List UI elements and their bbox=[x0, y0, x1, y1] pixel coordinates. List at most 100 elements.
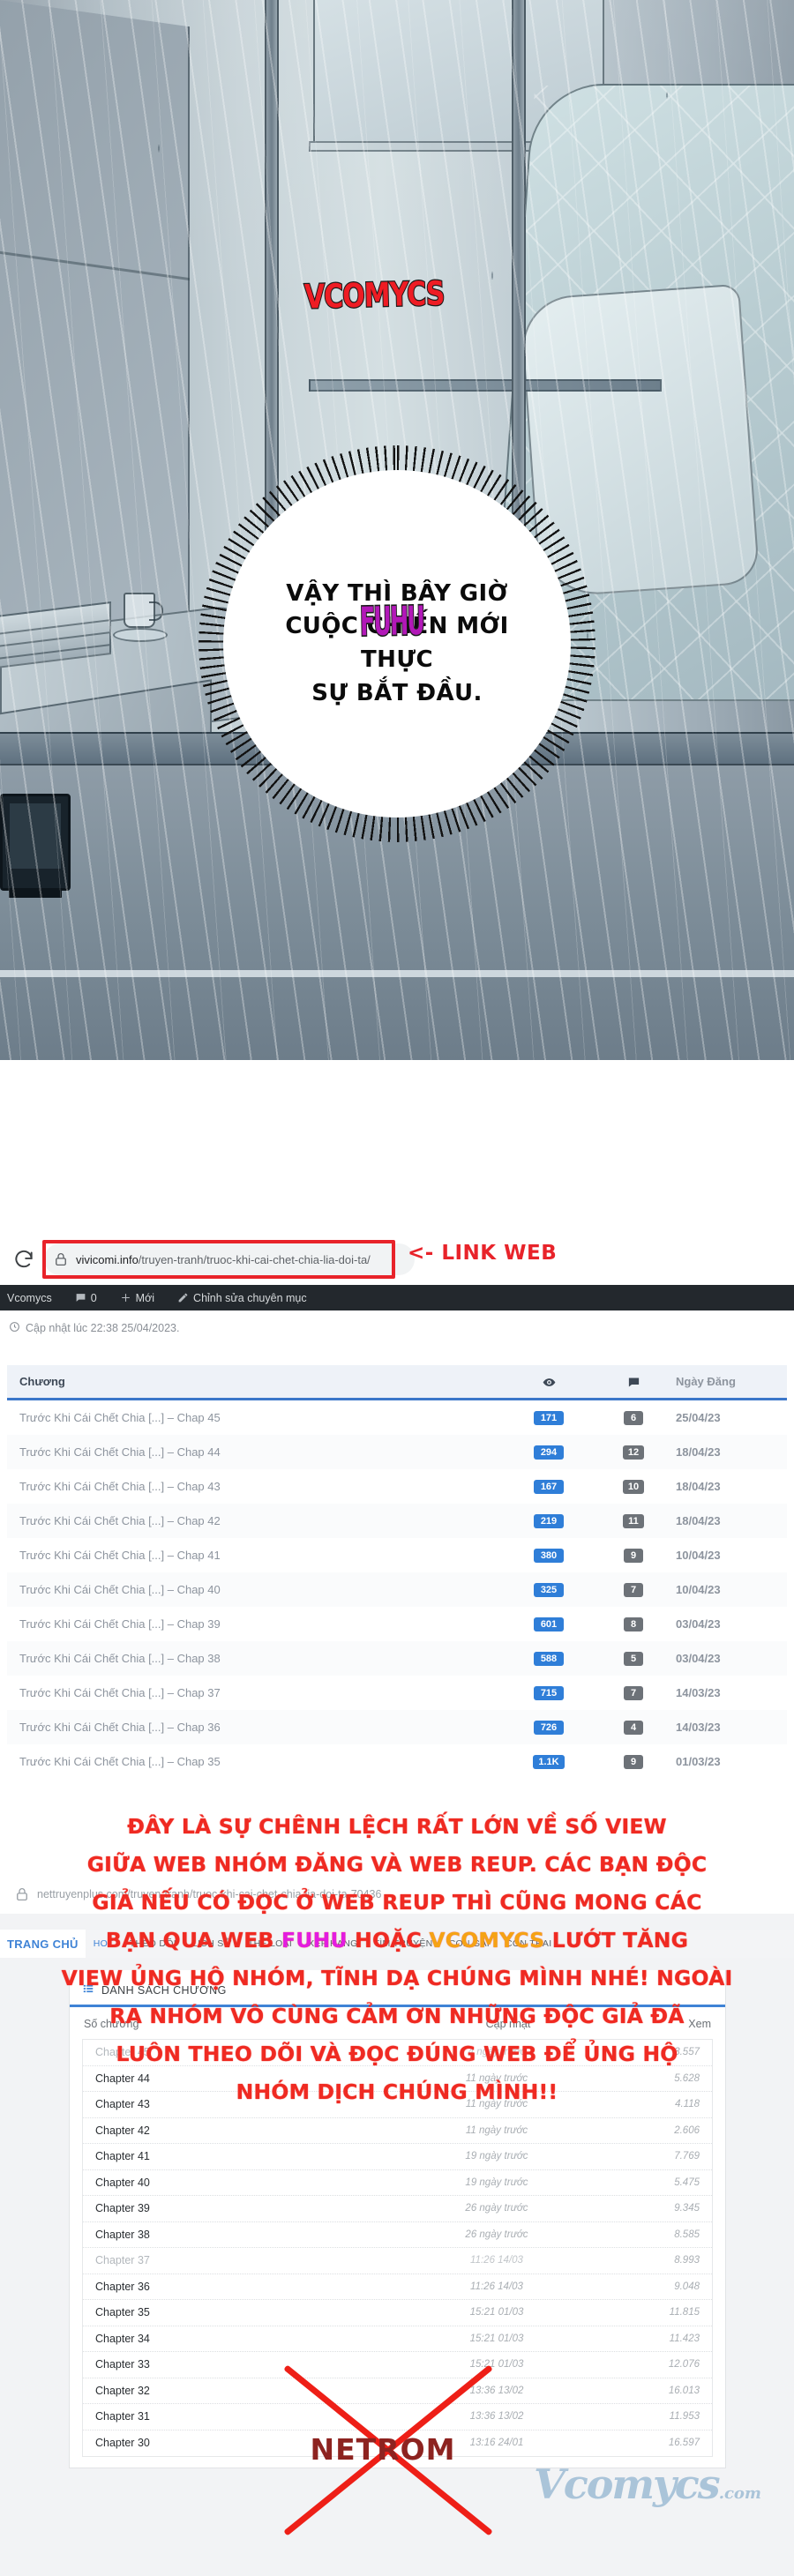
chapter-time: 15:21 01/03 bbox=[469, 2333, 524, 2344]
table-row[interactable]: Trước Khi Cái Chết Chia [...] – Chap 43 1… bbox=[7, 1469, 787, 1504]
chapter-name[interactable]: Chapter 36 bbox=[95, 2281, 400, 2293]
chapter-time: 11 ngày trước bbox=[465, 2099, 528, 2110]
chapter-name[interactable]: Chapter 35 bbox=[95, 2306, 400, 2318]
row-date: 18/04/23 bbox=[676, 1480, 721, 1493]
nav-item-7[interactable]: CON GÁI bbox=[441, 1938, 498, 1949]
row-chapter-title[interactable]: Trước Khi Cái Chết Chia [...] – Chap 38 bbox=[7, 1652, 506, 1665]
list-item[interactable]: Chapter 36 11:26 14/03 9.048 bbox=[83, 2274, 712, 2300]
chapter-name[interactable]: Chapter 31 bbox=[95, 2410, 400, 2423]
chapter-name[interactable]: Chapter 33 bbox=[95, 2358, 400, 2371]
row-chapter-title[interactable]: Trước Khi Cái Chết Chia [...] – Chap 44 bbox=[7, 1445, 506, 1459]
row-date: 10/04/23 bbox=[676, 1549, 721, 1562]
table-row[interactable]: Trước Khi Cái Chết Chia [...] – Chap 35 1… bbox=[7, 1744, 787, 1779]
last-updated-label: Cập nhật lúc 22:38 25/04/2023. bbox=[26, 1322, 180, 1334]
table-row[interactable]: Trước Khi Cái Chết Chia [...] – Chap 42 2… bbox=[7, 1504, 787, 1538]
table-row[interactable]: Trước Khi Cái Chết Chia [...] – Chap 36 7… bbox=[7, 1710, 787, 1744]
table-row[interactable]: Trước Khi Cái Chết Chia [...] – Chap 40 3… bbox=[7, 1572, 787, 1607]
chapter-list-title-label: DANH SÁCH CHƯƠNG bbox=[101, 1983, 227, 1997]
list-item[interactable]: Chapter 43 11 ngày trước 4.118 bbox=[83, 2092, 712, 2118]
table-row[interactable]: Trước Khi Cái Chết Chia [...] – Chap 45 1… bbox=[7, 1400, 787, 1435]
admin-bar-comments[interactable]: 0 bbox=[68, 1285, 104, 1310]
list-item[interactable]: Chapter 31 13:36 13/02 11.953 bbox=[83, 2404, 712, 2430]
row-chapter-title[interactable]: Trước Khi Cái Chết Chia [...] – Chap 41 bbox=[7, 1549, 506, 1562]
nettruyen-navbar[interactable]: TRANG CHỦ HOT THEO DÕI LỊCH SỬ THỂ LOẠI XẾP H… bbox=[0, 1930, 794, 1958]
comment-badge: 7 bbox=[624, 1686, 643, 1700]
list-item[interactable]: Chapter 42 11 ngày trước 2.606 bbox=[83, 2118, 712, 2144]
browser1-toolbar: vivicomi.info/truyen-tranh/truoc-khi-cai… bbox=[0, 1236, 794, 1282]
list-item[interactable]: Chapter 41 19 ngày trước 7.769 bbox=[83, 2144, 712, 2170]
row-chapter-title[interactable]: Trước Khi Cái Chết Chia [...] – Chap 35 bbox=[7, 1755, 506, 1768]
table-row[interactable]: Trước Khi Cái Chết Chia [...] – Chap 37 7… bbox=[7, 1676, 787, 1710]
chapter-name[interactable]: Chapter 41 bbox=[95, 2150, 400, 2162]
chapter-name[interactable]: Chapter 34 bbox=[95, 2333, 400, 2345]
table-row[interactable]: Trước Khi Cái Chết Chia [...] – Chap 39 6… bbox=[7, 1607, 787, 1641]
header-chapter-number: Số chương bbox=[84, 2018, 139, 2030]
nav-item-1[interactable]: HOT bbox=[86, 1938, 122, 1949]
chapter-name[interactable]: Chapter 44 bbox=[95, 2072, 400, 2085]
address-bar[interactable]: vivicomi.info/truyen-tranh/truoc-khi-cai… bbox=[44, 1243, 415, 1275]
view-badge: 601 bbox=[534, 1617, 564, 1631]
chapter-list-body: Chapter 45 4 ngày trước 3.557 Chapter 44 11 … bbox=[82, 2039, 713, 2457]
chapter-time: 15:21 01/03 bbox=[469, 2359, 524, 2371]
list-item[interactable]: Chapter 35 15:21 01/03 11.815 bbox=[83, 2300, 712, 2326]
list-item[interactable]: Chapter 38 26 ngày trước 8.585 bbox=[83, 2222, 712, 2248]
chapter-name[interactable]: Chapter 32 bbox=[95, 2385, 400, 2397]
nav-item-5[interactable]: XẾP HẠNG bbox=[300, 1938, 365, 1949]
comment-badge: 7 bbox=[624, 1583, 643, 1597]
chapters-table-body: Trước Khi Cái Chết Chia [...] – Chap 45 1… bbox=[7, 1400, 787, 1779]
admin-bar-edit-category[interactable]: Chỉnh sửa chuyên mục bbox=[170, 1285, 314, 1310]
chapter-name[interactable]: Chapter 40 bbox=[95, 2177, 400, 2189]
nav-item-2[interactable]: THEO DÕI bbox=[122, 1938, 184, 1949]
chapter-views: 2.606 bbox=[674, 2124, 700, 2136]
clock-icon bbox=[9, 1321, 20, 1335]
chapter-name[interactable]: Chapter 38 bbox=[95, 2229, 400, 2241]
row-chapter-title[interactable]: Trước Khi Cái Chết Chia [...] – Chap 39 bbox=[7, 1617, 506, 1631]
list-item[interactable]: Chapter 32 13:36 13/02 16.013 bbox=[83, 2378, 712, 2404]
browser2-address-bar[interactable]: nettruyenplus.com/truyen-tranh/truoc-khi… bbox=[0, 1875, 794, 1914]
header-date: Ngày Đăng bbox=[676, 1375, 736, 1388]
list-item[interactable]: Chapter 30 13:16 24/01 16.597 bbox=[83, 2430, 712, 2457]
admin-bar-new-label: Mới bbox=[135, 1291, 155, 1304]
chapter-name[interactable]: Chapter 42 bbox=[95, 2124, 400, 2137]
view-badge: 219 bbox=[534, 1514, 564, 1528]
row-chapter-title[interactable]: Trước Khi Cái Chết Chia [...] – Chap 42 bbox=[7, 1514, 506, 1527]
list-item[interactable]: Chapter 33 15:21 01/03 12.076 bbox=[83, 2352, 712, 2378]
nav-item-4[interactable]: THỂ LOẠI bbox=[240, 1938, 300, 1949]
comic-panel: VẬY THÌ BÂY GIỜ CUỘC CHIẾN MỚI THỰC SỰ B… bbox=[0, 0, 794, 1060]
admin-bar-site-name[interactable]: Vcomycs bbox=[0, 1285, 59, 1310]
reload-icon[interactable] bbox=[12, 1248, 35, 1271]
row-comments: 10 bbox=[591, 1479, 676, 1494]
table-row[interactable]: Trước Khi Cái Chết Chia [...] – Chap 41 3… bbox=[7, 1538, 787, 1572]
list-item[interactable]: Chapter 45 4 ngày trước 3.557 bbox=[83, 2040, 712, 2066]
chapter-name[interactable]: Chapter 30 bbox=[95, 2437, 400, 2449]
list-item[interactable]: Chapter 34 15:21 01/03 11.423 bbox=[83, 2326, 712, 2352]
chapter-list-header: Số chương Cập nhật Xem bbox=[70, 2007, 725, 2039]
list-item[interactable]: Chapter 44 11 ngày trước 5.628 bbox=[83, 2066, 712, 2092]
list-item[interactable]: Chapter 39 26 ngày trước 9.345 bbox=[83, 2196, 712, 2222]
chapter-name[interactable]: Chapter 39 bbox=[95, 2202, 400, 2214]
row-views: 325 bbox=[506, 1582, 591, 1597]
chapter-time: 26 ngày trước bbox=[465, 2229, 528, 2240]
admin-bar-new[interactable]: Mới bbox=[113, 1285, 161, 1310]
row-chapter-title[interactable]: Trước Khi Cái Chết Chia [...] – Chap 43 bbox=[7, 1480, 506, 1493]
nav-item-0[interactable]: TRANG CHỦ bbox=[0, 1930, 86, 1958]
list-item[interactable]: Chapter 37 11:26 14/03 8.993 bbox=[83, 2248, 712, 2274]
chapter-name[interactable]: Chapter 43 bbox=[95, 2098, 400, 2110]
table-row[interactable]: Trước Khi Cái Chết Chia [...] – Chap 44 2… bbox=[7, 1435, 787, 1469]
pencil-icon bbox=[178, 1293, 188, 1303]
header-view-count: Xem bbox=[688, 2018, 711, 2030]
comment-badge: 4 bbox=[624, 1721, 643, 1735]
nav-item-3[interactable]: LỊCH SỬ bbox=[184, 1938, 240, 1949]
chapter-time: 11:26 14/03 bbox=[470, 2255, 523, 2266]
nav-item-6[interactable]: TÌM TRUYỆN bbox=[366, 1938, 441, 1949]
view-badge: 325 bbox=[534, 1583, 564, 1597]
nav-item-8[interactable]: CON TRAI bbox=[498, 1938, 559, 1949]
row-chapter-title[interactable]: Trước Khi Cái Chết Chia [...] – Chap 40 bbox=[7, 1583, 506, 1596]
row-chapter-title[interactable]: Trước Khi Cái Chết Chia [...] – Chap 37 bbox=[7, 1686, 506, 1699]
chapter-name[interactable]: Chapter 45 bbox=[95, 2046, 400, 2058]
table-row[interactable]: Trước Khi Cái Chết Chia [...] – Chap 38 5… bbox=[7, 1641, 787, 1676]
chapter-name[interactable]: Chapter 37 bbox=[95, 2254, 400, 2266]
list-item[interactable]: Chapter 40 19 ngày trước 5.475 bbox=[83, 2170, 712, 2196]
row-chapter-title[interactable]: Trước Khi Cái Chết Chia [...] – Chap 45 bbox=[7, 1411, 506, 1424]
row-chapter-title[interactable]: Trước Khi Cái Chết Chia [...] – Chap 36 bbox=[7, 1721, 506, 1734]
